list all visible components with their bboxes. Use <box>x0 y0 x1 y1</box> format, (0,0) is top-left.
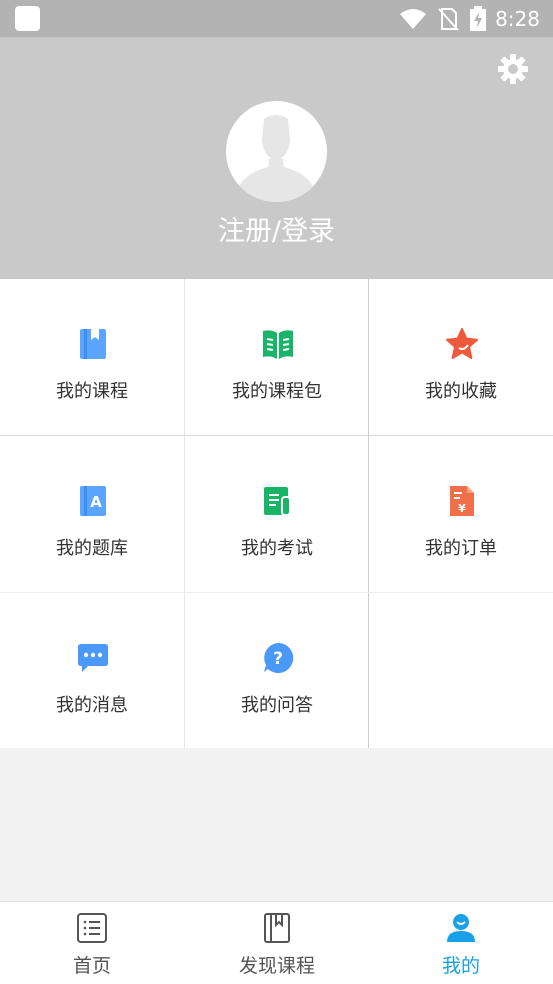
avatar[interactable] <box>226 101 327 202</box>
grid-divider <box>368 279 369 748</box>
profile-header: 注册/登录 <box>0 37 553 279</box>
status-bar: 8:28 <box>0 0 553 37</box>
tab-mine[interactable]: 我的 <box>369 902 553 984</box>
menu-item-label: 我的消息 <box>56 695 128 716</box>
tab-label: 我的 <box>441 955 480 977</box>
grid-divider <box>0 592 553 593</box>
menu-item-label: 我的订单 <box>425 538 497 559</box>
open-book-icon <box>263 330 293 359</box>
svg-text:A: A <box>90 493 102 511</box>
wifi-icon <box>400 8 427 29</box>
book-bookmark-icon <box>80 329 106 359</box>
book-icon <box>264 913 290 943</box>
menu-item-my-favorites[interactable]: 我的收藏 <box>369 279 553 435</box>
order-receipt-icon: ¥ <box>450 486 474 516</box>
menu-item-label: 我的收藏 <box>425 381 497 402</box>
menu-item-label: 我的题库 <box>56 538 128 559</box>
chat-bubble-icon <box>78 644 108 672</box>
status-time: 8:28 <box>495 6 540 31</box>
tab-discover-courses[interactable]: 发现课程 <box>185 902 369 984</box>
menu-item-my-messages[interactable]: 我的消息 <box>0 593 184 749</box>
user-silhouette-icon <box>238 115 314 202</box>
question-bubble-icon: ? <box>264 642 294 673</box>
menu-item-my-courses[interactable]: 我的课程 <box>0 279 184 435</box>
menu-item-label: 我的考试 <box>241 538 313 559</box>
menu-item-my-orders[interactable]: ¥ 我的订单 <box>369 436 553 592</box>
bottom-tab-bar: 首页 发现课程 我的 <box>0 901 553 984</box>
menu-item-my-exams[interactable]: 我的考试 <box>185 436 369 592</box>
tab-label: 首页 <box>72 955 111 977</box>
battery-icon <box>470 5 487 31</box>
tab-home[interactable]: 首页 <box>0 902 184 984</box>
grid-divider <box>0 435 553 436</box>
menu-item-my-question-bank[interactable]: A 我的题库 <box>0 436 184 592</box>
notification-icon <box>15 6 40 31</box>
grid-divider <box>184 279 185 748</box>
exam-paper-icon <box>264 487 291 516</box>
user-icon <box>447 914 475 942</box>
question-bank-book-icon: A <box>80 486 106 516</box>
no-sim-icon <box>438 7 459 31</box>
menu-grid: 我的课程 我的课程包 我的收藏 A 我的题库 我的考试 ¥ 我的订单 我的消息 … <box>0 279 553 748</box>
menu-item-my-course-packages[interactable]: 我的课程包 <box>185 279 369 435</box>
svg-text:?: ? <box>273 649 283 669</box>
menu-item-label: 我的课程 <box>56 381 128 402</box>
menu-item-label: 我的课程包 <box>232 381 322 402</box>
svg-text:¥: ¥ <box>458 502 466 515</box>
gear-icon[interactable] <box>497 53 529 85</box>
login-register-link[interactable]: 注册/登录 <box>0 209 553 248</box>
menu-item-my-qa[interactable]: ? 我的问答 <box>185 593 369 749</box>
menu-item-label: 我的问答 <box>241 695 313 716</box>
home-list-icon <box>77 913 107 943</box>
star-icon <box>446 328 478 359</box>
tab-label: 发现课程 <box>238 955 315 977</box>
